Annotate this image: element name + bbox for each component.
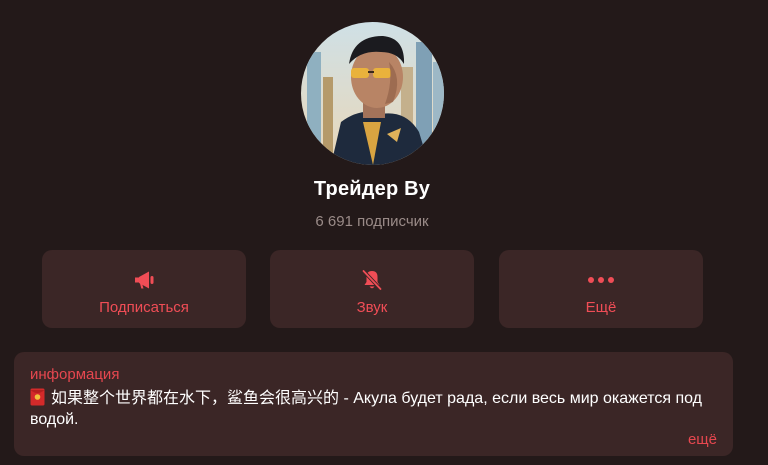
info-card: информация 如果整个世界都在水下，鲨鱼会很高兴的 - Акула бу…	[14, 352, 733, 456]
info-text: 如果整个世界都在水下，鲨鱼会很高兴的 - Акула будет рада, е…	[30, 390, 703, 428]
channel-title: Трейдер Ву	[313, 178, 431, 200]
bell-muted-icon	[362, 269, 382, 291]
info-more-link[interactable]: ещё	[688, 431, 717, 448]
channel-profile: Трейдер Ву 6 691 подписчик Подписаться З…	[0, 0, 768, 465]
sound-button[interactable]: Звук	[270, 250, 474, 328]
sound-label: Звук	[356, 299, 388, 316]
subscriber-count: 6 691 подписчик	[315, 213, 429, 230]
channel-avatar[interactable]	[301, 22, 444, 165]
info-description: 如果整个世界都在水下，鲨鱼会很高兴的 - Акула будет рада, е…	[30, 388, 710, 430]
info-heading: информация	[30, 366, 120, 383]
more-dots-icon	[588, 277, 614, 283]
more-button[interactable]: Ещё	[499, 250, 703, 328]
megaphone-icon	[135, 271, 154, 289]
more-label: Ещё	[585, 299, 617, 316]
avatar-illustration	[301, 22, 444, 165]
red-envelope-icon	[30, 388, 45, 406]
subscribe-label: Подписаться	[99, 299, 189, 316]
subscribe-button[interactable]: Подписаться	[42, 250, 246, 328]
